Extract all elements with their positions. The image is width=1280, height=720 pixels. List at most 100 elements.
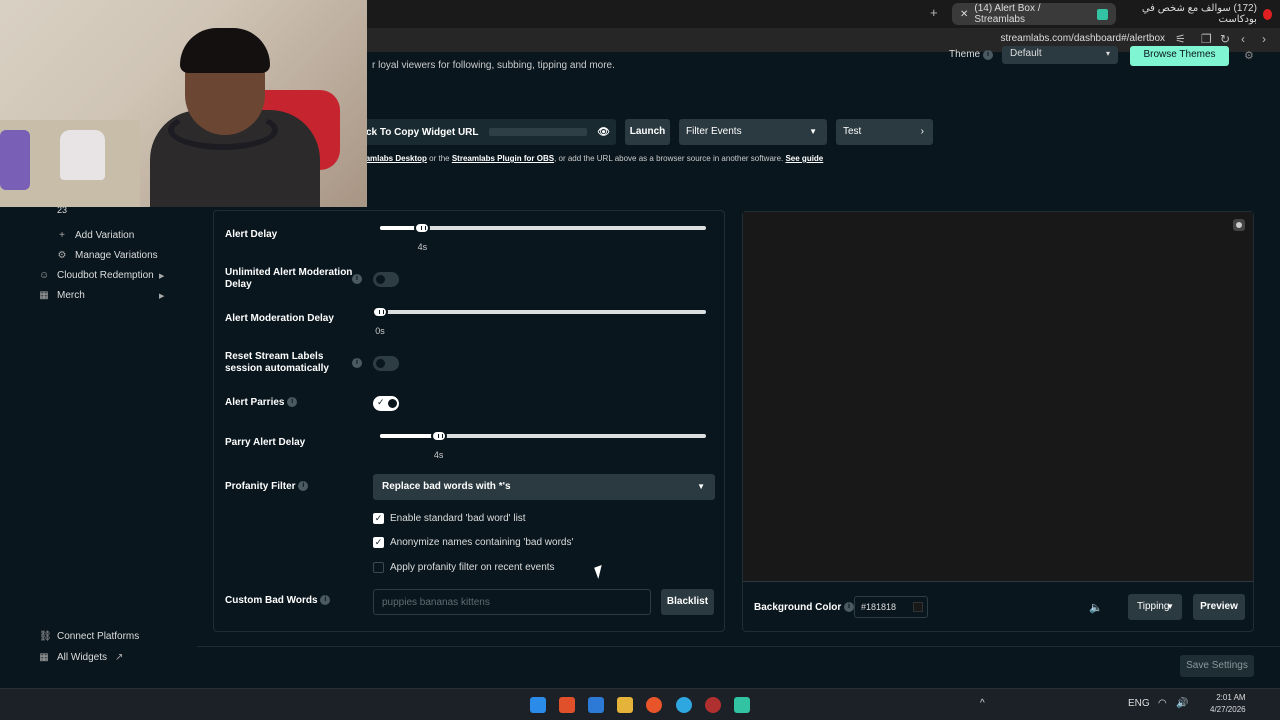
- file-explorer-icon[interactable]: [617, 697, 633, 713]
- gear-icon: ⚙: [57, 250, 67, 261]
- merch-icon: ▦: [39, 290, 49, 301]
- checkbox-recent-events[interactable]: Apply profanity filter on recent events: [373, 562, 555, 573]
- slider-handle[interactable]: [372, 306, 388, 318]
- checkbox-enable-bad-word-list[interactable]: ✓ Enable standard 'bad word' list: [373, 513, 526, 524]
- custom-bad-words-input[interactable]: [373, 589, 651, 615]
- save-settings-button[interactable]: Save Settings: [1180, 655, 1254, 677]
- url-field[interactable]: streamlabs.com/dashboard#/alertbox: [1000, 33, 1165, 44]
- tab-youtube[interactable]: (172) سوالف مع شخص في بودكاست: [1120, 3, 1280, 25]
- test-button[interactable]: Test ›: [836, 119, 933, 145]
- clock[interactable]: 2:01 AM 4/27/2026: [1210, 692, 1246, 716]
- unlimited-mod-delay-toggle[interactable]: [373, 272, 399, 287]
- blacklist-button[interactable]: Blacklist: [661, 589, 714, 615]
- background-color-input[interactable]: #181818: [854, 596, 928, 618]
- widget-url-label: ck To Copy Widget URL: [366, 126, 479, 138]
- volume-icon[interactable]: 🔊: [1176, 698, 1188, 709]
- alert-delay-value: 4s: [417, 242, 428, 252]
- external-link-icon: ↗: [115, 652, 124, 663]
- mod-delay-slider[interactable]: [372, 306, 706, 318]
- theme-label: Theme: [949, 49, 981, 60]
- app-icon[interactable]: [705, 697, 721, 713]
- filter-events-dropdown[interactable]: Filter Events ▼: [679, 119, 827, 145]
- alert-parries-label: Alert Parries i: [225, 397, 298, 409]
- eye-icon[interactable]: 👁: [597, 127, 610, 138]
- sidebar-item-connect-platforms[interactable]: ⛓ Connect Platforms: [39, 631, 139, 642]
- see-guide-link[interactable]: See guide: [785, 154, 823, 163]
- launch-button[interactable]: Launch: [625, 119, 670, 145]
- tipping-select[interactable]: Tipping ▼: [1128, 594, 1182, 620]
- checkbox[interactable]: ✓: [373, 537, 384, 548]
- unlimited-mod-delay-label: Unlimited Alert Moderation Delay: [225, 267, 353, 290]
- sidebar-item-add-variation[interactable]: + Add Variation: [57, 230, 134, 241]
- preview-settings-icon[interactable]: [1233, 219, 1245, 231]
- obs-plugin-link[interactable]: Streamlabs Plugin for OBS: [452, 154, 554, 163]
- back-icon[interactable]: ‹: [1241, 32, 1245, 46]
- checkbox[interactable]: ✓: [373, 513, 384, 524]
- speaker-icon[interactable]: 🔈: [1089, 601, 1103, 614]
- browse-themes-button[interactable]: Browse Themes: [1130, 46, 1229, 66]
- info-icon[interactable]: i: [320, 595, 331, 606]
- bookmark-icon[interactable]: ❐: [1201, 32, 1212, 46]
- caret-right-icon: ▶: [159, 272, 165, 280]
- help-text: reamlabs Desktop or the Streamlabs Plugi…: [358, 154, 824, 163]
- background-color-label: Background Color i: [754, 602, 855, 613]
- streamlabs-icon[interactable]: [734, 697, 750, 713]
- info-icon[interactable]: i: [352, 358, 362, 368]
- vscode-icon[interactable]: [588, 697, 604, 713]
- youtube-favicon: [1262, 8, 1272, 20]
- color-swatch[interactable]: [913, 602, 923, 612]
- parry-delay-value: 4s: [433, 450, 444, 460]
- checkbox[interactable]: [373, 562, 384, 573]
- info-icon[interactable]: i: [298, 481, 309, 492]
- close-tab-icon[interactable]: ✕: [960, 9, 968, 20]
- theme-select[interactable]: Default ▾: [1002, 46, 1118, 64]
- alert-delay-slider[interactable]: [380, 222, 706, 234]
- profanity-filter-select[interactable]: Replace bad words with *'s ▼: [373, 474, 715, 500]
- telegram-icon[interactable]: [676, 697, 692, 713]
- app-icon[interactable]: [646, 697, 662, 713]
- tab-alert-box[interactable]: ✕ (14) Alert Box / Streamlabs: [952, 3, 1116, 25]
- sidebar-item-merch[interactable]: ▦ Merch ▶: [39, 290, 164, 301]
- preview-panel: Background Color i #181818 🔈 Tipping ▼ Pr…: [742, 211, 1254, 632]
- settings-panel: Alert Delay 4s Unlimited Alert Moderatio…: [213, 210, 725, 632]
- reset-labels-toggle[interactable]: [373, 356, 399, 371]
- page-description: r loyal viewers for following, subbing, …: [372, 60, 615, 71]
- cloudbot-icon: ☺: [39, 270, 50, 281]
- slider-handle[interactable]: [414, 222, 431, 234]
- info-icon[interactable]: i: [983, 50, 993, 60]
- reset-labels-label: Reset Stream Labels session automaticall…: [225, 351, 329, 374]
- gear-icon[interactable]: ⚙: [1244, 49, 1254, 62]
- wifi-icon[interactable]: ◠: [1158, 698, 1167, 709]
- sidebar-item-manage-variations[interactable]: ⚙ Manage Variations: [57, 250, 158, 261]
- windows-start-icon[interactable]: [530, 697, 546, 713]
- info-icon[interactable]: i: [287, 397, 298, 408]
- parry-delay-slider[interactable]: [380, 430, 706, 442]
- sidebar-item-all-widgets[interactable]: ▦ All Widgets ↗: [39, 652, 123, 663]
- mod-delay-value: 0s: [375, 326, 385, 336]
- new-tab-icon[interactable]: +: [930, 5, 938, 20]
- footer-divider: [197, 646, 1280, 647]
- tab-title: (14) Alert Box / Streamlabs: [974, 3, 1041, 25]
- forward-icon[interactable]: ›: [1262, 32, 1266, 46]
- parry-delay-label: Parry Alert Delay: [225, 437, 306, 448]
- streamlabs-favicon: [1097, 8, 1108, 20]
- slider-handle[interactable]: [430, 430, 447, 442]
- alert-parries-toggle[interactable]: ✓: [373, 396, 399, 411]
- streamlabs-desktop-link[interactable]: reamlabs Desktop: [358, 154, 427, 163]
- info-icon[interactable]: i: [844, 602, 855, 613]
- copy-widget-url-field[interactable]: ck To Copy Widget URL 👁: [356, 119, 616, 145]
- language-indicator[interactable]: ENG: [1128, 698, 1150, 709]
- brave-icon[interactable]: [559, 697, 575, 713]
- preview-button[interactable]: Preview: [1193, 594, 1245, 620]
- sidebar-item-cloudbot[interactable]: ☺ Cloudbot Redemption ▶: [39, 270, 164, 281]
- caret-right-icon: ▶: [159, 292, 165, 300]
- chevron-down-icon: ▼: [697, 482, 705, 491]
- info-icon[interactable]: i: [352, 274, 362, 284]
- link-icon: ⛓: [39, 631, 52, 642]
- tune-icon[interactable]: ⚟: [1175, 32, 1186, 46]
- webcam-overlay: [0, 0, 367, 207]
- reload-icon[interactable]: ↻: [1220, 32, 1230, 46]
- chevron-up-icon[interactable]: ^: [980, 698, 985, 709]
- checkbox-anonymize-names[interactable]: ✓ Anonymize names containing 'bad words': [373, 537, 573, 548]
- plus-icon: +: [59, 230, 65, 241]
